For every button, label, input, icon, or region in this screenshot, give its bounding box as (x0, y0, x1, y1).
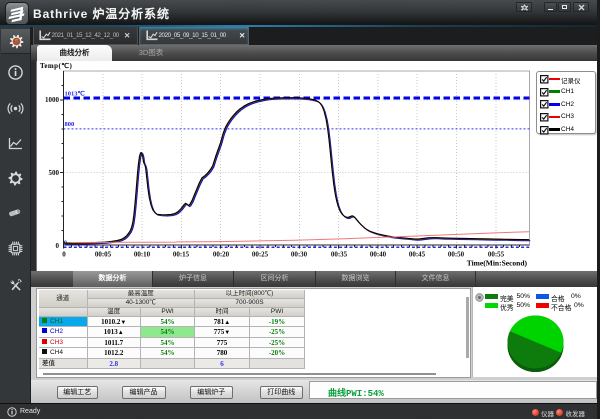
svg-text:00:55: 00:55 (488, 251, 505, 259)
svg-text:00:15: 00:15 (173, 251, 190, 259)
svg-text:00:40: 00:40 (370, 251, 387, 259)
svg-text:00:30: 00:30 (291, 251, 308, 259)
svg-text:1000: 1000 (45, 96, 60, 104)
svg-text:Temp(℃): Temp(℃) (40, 62, 72, 70)
svg-text:1013℃: 1013℃ (65, 90, 86, 98)
svg-text:0: 0 (62, 251, 66, 259)
svg-text:00:05: 00:05 (95, 251, 112, 259)
svg-text:800: 800 (65, 121, 75, 128)
svg-text:00:10: 00:10 (134, 251, 151, 259)
svg-text:Time(Min:Second): Time(Min:Second) (467, 259, 528, 268)
svg-text:00:20: 00:20 (213, 251, 230, 259)
svg-text:00:50: 00:50 (448, 251, 465, 259)
svg-text:00:45: 00:45 (409, 251, 426, 259)
svg-text:0: 0 (56, 242, 60, 250)
svg-text:00:35: 00:35 (331, 251, 348, 259)
svg-text:500: 500 (49, 169, 60, 177)
svg-text:00:25: 00:25 (252, 251, 269, 259)
